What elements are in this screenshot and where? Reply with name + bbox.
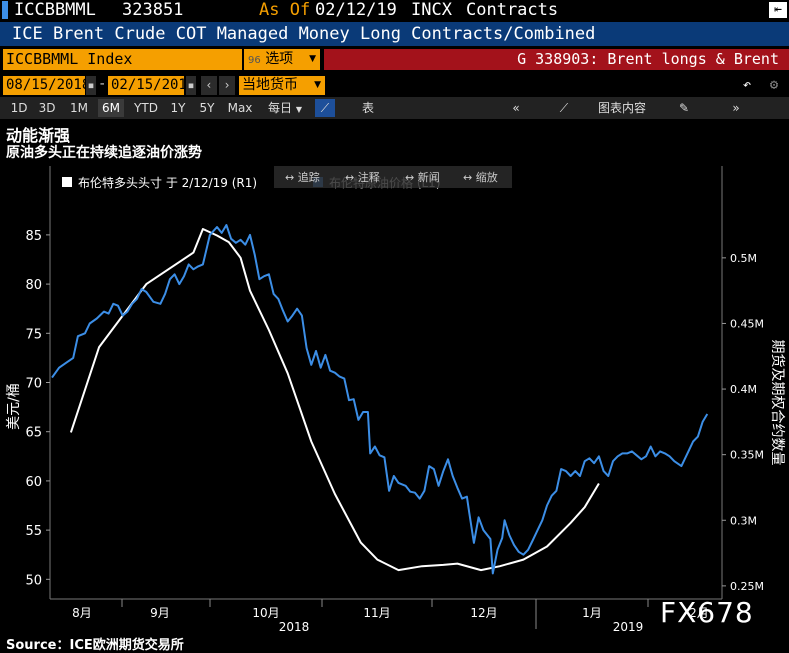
ticker-code[interactable]: ICCBBMML [14, 0, 96, 20]
brent-price-series-line [51, 224, 709, 575]
chart-area[interactable]: 50 55 60 65 70 75 80 85 0.25M 0.3M 0.35M 0.4M 0.45M 0… [0, 162, 789, 634]
right-tick-label: 0.3M [730, 514, 757, 527]
left-tick-label: 65 [25, 426, 42, 441]
frequency-label: 每日 [268, 101, 293, 115]
start-calendar-icon[interactable]: ▪ [86, 76, 96, 95]
x-tick-label: 1月 [582, 606, 602, 620]
x-tick-label: 11月 [363, 606, 390, 620]
frequency-dropdown[interactable]: 每日 ▼ [260, 99, 310, 117]
ticker-value: 323851 [122, 0, 184, 20]
asof-date: 02/12/19 [315, 0, 397, 20]
legend-swatch-longs [62, 177, 72, 187]
left-tick-label: 80 [25, 278, 42, 293]
left-tick-label: 60 [25, 475, 42, 490]
end-date-input[interactable]: 02/15/2019 [108, 76, 195, 95]
x-tick-label: 10月 [252, 606, 279, 620]
chart-tool-1: ↔ 注释 [345, 170, 380, 184]
date-range-bar: 08/15/2018 ▪ - 02/15/2019 ▪ ‹ › 当地货币 ▼ ↶… [0, 74, 789, 96]
left-tick-label: 70 [25, 377, 42, 392]
watermark: FX678 [660, 596, 754, 629]
index-field[interactable]: ICCBBMML Index [3, 49, 242, 70]
legend-label-longs: 布伦特多头头寸 于 2/12/19 (R1) [78, 175, 257, 190]
chart-type-icon[interactable]: ⟋ [556, 99, 572, 117]
left-tick-label: 55 [25, 524, 42, 539]
security-description: ICE Brent Crude COT Managed Money Long C… [12, 24, 596, 44]
right-tick-label: 0.4M [730, 383, 757, 396]
options-dropdown[interactable]: 96 选项 ▼ [244, 49, 320, 70]
range-5y[interactable]: 5Y [194, 99, 220, 117]
left-tick-label: 50 [25, 573, 42, 588]
year-label-2018: 2018 [279, 620, 310, 634]
range-max[interactable]: Max [224, 99, 256, 117]
right-tick-label: 0.45M [730, 317, 764, 330]
chart-content-button[interactable]: 图表内容 [596, 99, 648, 117]
undo-icon[interactable]: ↶ [737, 76, 757, 95]
prev-period-icon[interactable]: ‹ [201, 76, 217, 95]
next-period-icon[interactable]: › [219, 76, 235, 95]
settings-icon[interactable]: ⚙ [764, 76, 784, 95]
options-icon: 96 [248, 55, 261, 66]
ticker-marker [2, 1, 8, 19]
range-6m[interactable]: 6M [98, 99, 124, 117]
range-3d[interactable]: 3D [34, 99, 60, 117]
x-tick-label: 12月 [470, 606, 497, 620]
left-tick-label: 85 [25, 229, 42, 244]
line-chart-icon[interactable]: ⟋ [315, 99, 335, 117]
exit-icon[interactable]: ⇤ [769, 2, 787, 18]
more-icon[interactable]: » [728, 99, 744, 117]
chevron-down-icon: ▼ [314, 80, 321, 90]
x-tick-label: 9月 [150, 606, 170, 620]
edit-icon[interactable]: ✎ [676, 99, 692, 117]
right-tick-label: 0.35M [730, 449, 764, 462]
source-note: Source：ICE欧洲期货交易所 [6, 638, 184, 653]
x-tick-label: 8月 [72, 606, 92, 620]
security-header-bar: ICCBBMML 323851 As Of 02/12/19 INCX Cont… [0, 0, 789, 21]
end-calendar-icon[interactable]: ▪ [186, 76, 196, 95]
field-name: Contracts [466, 0, 559, 20]
collapse-icon[interactable]: « [508, 99, 524, 117]
chevron-down-icon: ▼ [295, 105, 302, 114]
options-label: 选项 [265, 51, 294, 67]
longs-series-line [69, 228, 600, 572]
date-separator: - [98, 76, 107, 92]
right-axis-label: 期货及期权合约数量 [769, 340, 786, 466]
field-code: INCX [411, 0, 452, 20]
currency-label: 当地货币 [242, 77, 298, 93]
start-date-input[interactable]: 08/15/2018 [3, 76, 90, 95]
chart-title-bar[interactable]: G 338903: Brent longs & Brent [324, 49, 789, 70]
index-bar: ICCBBMML Index 96 选项 ▼ G 338903: Brent l… [0, 48, 789, 72]
left-tick-label: 75 [25, 327, 42, 342]
chart-tool-3: ↔ 缩放 [463, 170, 498, 184]
range-toolbar: 1D 3D 1M 6M YTD 1Y 5Y Max 每日 ▼ ⟋ 表 « ⟋ 图… [0, 97, 789, 119]
chart-tool-0: ↔ 追踪 [285, 170, 320, 184]
table-button[interactable]: 表 [355, 99, 381, 117]
range-1y[interactable]: 1Y [165, 99, 191, 117]
year-label-2019: 2019 [613, 620, 644, 634]
right-tick-label: 0.5M [730, 252, 757, 265]
right-tick-label: 0.25M [730, 580, 764, 593]
chart-tool-2: ↔ 新闻 [405, 170, 440, 184]
currency-dropdown[interactable]: 当地货币 ▼ [239, 76, 325, 95]
chevron-down-icon: ▼ [309, 54, 316, 64]
description-bar: ICE Brent Crude COT Managed Money Long C… [0, 22, 789, 46]
range-1m[interactable]: 1M [66, 99, 92, 117]
asof-label: As Of [259, 0, 311, 20]
left-axis-label: 美元/桶 [6, 383, 22, 430]
chart-subtitle: 原油多头正在持续追逐油价涨势 [6, 145, 202, 161]
range-1d[interactable]: 1D [6, 99, 32, 117]
range-ytd[interactable]: YTD [130, 99, 162, 117]
